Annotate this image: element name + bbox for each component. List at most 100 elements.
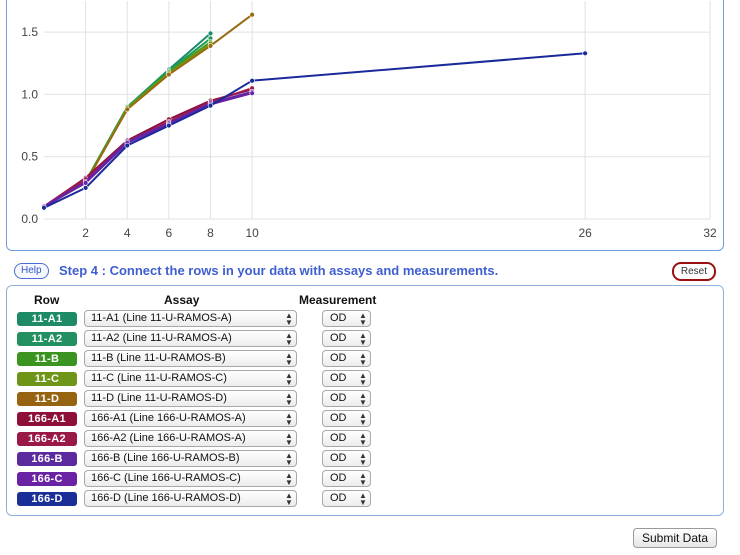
- column-header-row: Row: [34, 293, 60, 307]
- y-tick-label: 1.0: [21, 87, 38, 101]
- select-arrows-icon: ▲ ▼: [285, 371, 293, 387]
- assay-select[interactable]: 166-A2 (Line 166-U-RAMOS-A) ▲ ▼: [84, 430, 297, 447]
- select-arrows-icon: ▲ ▼: [359, 491, 367, 507]
- assay-select-value: 11-A1 (Line 11-U-RAMOS-A): [91, 312, 232, 324]
- assay-select-value: 166-A2 (Line 166-U-RAMOS-A): [91, 432, 246, 444]
- data-point: [249, 78, 255, 84]
- x-tick-label: 32: [703, 226, 717, 240]
- assay-select[interactable]: 11-A1 (Line 11-U-RAMOS-A) ▲ ▼: [84, 310, 297, 327]
- x-tick-label: 6: [166, 226, 173, 240]
- measurement-select-value: OD: [330, 372, 347, 384]
- measurement-select-value: OD: [330, 392, 347, 404]
- data-point: [582, 50, 588, 57]
- help-button[interactable]: Help: [14, 263, 49, 279]
- table-row: 11-B 11-B (Line 11-U-RAMOS-B) ▲ ▼ OD ▲ ▼: [7, 350, 723, 370]
- table-row: 11-C 11-C (Line 11-U-RAMOS-C) ▲ ▼ OD ▲ ▼: [7, 370, 723, 390]
- measurement-select[interactable]: OD ▲ ▼: [322, 490, 371, 507]
- measurement-select[interactable]: OD ▲ ▼: [322, 350, 371, 367]
- data-point: [207, 30, 214, 37]
- select-arrows-icon: ▲ ▼: [285, 411, 293, 427]
- measurement-select[interactable]: OD ▲ ▼: [322, 390, 371, 407]
- assay-select[interactable]: 11-C (Line 11-U-RAMOS-C) ▲ ▼: [84, 370, 297, 387]
- assay-select-value: 11-B (Line 11-U-RAMOS-B): [91, 352, 226, 364]
- measurement-select-value: OD: [330, 412, 347, 424]
- row-badge: 11-B: [17, 352, 77, 366]
- measurement-select[interactable]: OD ▲ ▼: [322, 430, 371, 447]
- select-arrows-icon: ▲ ▼: [359, 451, 367, 467]
- row-badge: 11-A1: [17, 312, 77, 326]
- measurement-select[interactable]: OD ▲ ▼: [322, 470, 371, 487]
- row-badge: 166-A2: [17, 432, 77, 446]
- select-arrows-icon: ▲ ▼: [359, 331, 367, 347]
- assay-select-value: 11-C (Line 11-U-RAMOS-C): [91, 372, 227, 384]
- line-chart: 2 4 6 8 10 26 32 0.0 0.5 1.0 1.5: [21, 1, 717, 240]
- x-tick-label: 4: [124, 226, 131, 240]
- row-badge: 166-B: [17, 452, 77, 466]
- measurement-select[interactable]: OD ▲ ▼: [322, 370, 371, 387]
- data-point: [249, 90, 255, 96]
- measurement-select-value: OD: [330, 472, 347, 484]
- y-tick-label: 0.5: [21, 150, 38, 164]
- data-point: [166, 122, 172, 129]
- select-arrows-icon: ▲ ▼: [285, 451, 293, 467]
- assay-mapping-table: Row Assay Measurement 11-A1 11-A1 (Line …: [6, 285, 724, 516]
- select-arrows-icon: ▲ ▼: [359, 471, 367, 487]
- select-arrows-icon: ▲ ▼: [359, 311, 367, 327]
- x-tick-label: 2: [82, 226, 89, 240]
- select-arrows-icon: ▲ ▼: [285, 391, 293, 407]
- row-badge: 11-A2: [17, 332, 77, 346]
- select-arrows-icon: ▲ ▼: [285, 431, 293, 447]
- measurement-select-value: OD: [330, 352, 347, 364]
- data-point: [207, 102, 214, 109]
- assay-select-value: 166-C (Line 166-U-RAMOS-C): [91, 472, 241, 484]
- row-badge: 166-A1: [17, 412, 77, 426]
- assay-select-value: 166-A1 (Line 166-U-RAMOS-A): [91, 412, 246, 424]
- measurement-select[interactable]: OD ▲ ▼: [322, 450, 371, 467]
- assay-select-value: 166-B (Line 166-U-RAMOS-B): [91, 452, 240, 464]
- measurement-select[interactable]: OD ▲ ▼: [322, 410, 371, 427]
- table-row: 166-B 166-B (Line 166-U-RAMOS-B) ▲ ▼ OD ▲ ▼: [7, 450, 723, 470]
- assay-select-value: 11-D (Line 11-U-RAMOS-D): [91, 392, 227, 404]
- select-arrows-icon: ▲ ▼: [285, 311, 293, 327]
- measurement-select-value: OD: [330, 492, 347, 504]
- row-badge: 166-D: [17, 492, 77, 506]
- select-arrows-icon: ▲ ▼: [285, 471, 293, 487]
- step-title: Step 4 : Connect the rows in your data w…: [59, 263, 499, 278]
- table-row: 166-C 166-C (Line 166-U-RAMOS-C) ▲ ▼ OD ▲ ▼: [7, 470, 723, 490]
- assay-select[interactable]: 166-D (Line 166-U-RAMOS-D) ▲ ▼: [84, 490, 297, 507]
- select-arrows-icon: ▲ ▼: [359, 431, 367, 447]
- data-point: [249, 12, 255, 18]
- row-badge: 11-C: [17, 372, 77, 386]
- measurement-select-value: OD: [330, 452, 347, 464]
- measurement-select-value: OD: [330, 432, 347, 444]
- series-line: [43, 52, 586, 209]
- data-point: [207, 43, 214, 49]
- submit-data-button[interactable]: Submit Data: [633, 528, 717, 548]
- data-point: [41, 205, 47, 211]
- table-row: 166-A2 166-A2 (Line 166-U-RAMOS-A) ▲ ▼ OD ▲…: [7, 430, 723, 450]
- table-row: 11-A2 11-A2 (Line 11-U-RAMOS-A) ▲ ▼ OD ▲ ▼: [7, 330, 723, 350]
- data-point: [166, 71, 172, 78]
- column-header-measurement: Measurement: [299, 293, 377, 307]
- measurement-select[interactable]: OD ▲ ▼: [322, 330, 371, 347]
- assay-select[interactable]: 11-A2 (Line 11-U-RAMOS-A) ▲ ▼: [84, 330, 297, 347]
- series-line: [43, 92, 253, 208]
- select-arrows-icon: ▲ ▼: [285, 491, 293, 507]
- step-bar: Help Step 4 : Connect the rows in your d…: [14, 262, 718, 281]
- chart-panel: 2 4 6 8 10 26 32 0.0 0.5 1.0 1.5: [6, 0, 724, 251]
- assay-select[interactable]: 166-C (Line 166-U-RAMOS-C) ▲ ▼: [84, 470, 297, 487]
- measurement-select[interactable]: OD ▲ ▼: [322, 310, 371, 327]
- reset-button[interactable]: Reset: [671, 262, 716, 281]
- assay-select[interactable]: 166-B (Line 166-U-RAMOS-B) ▲ ▼: [84, 450, 297, 467]
- assay-select[interactable]: 166-A1 (Line 166-U-RAMOS-A) ▲ ▼: [84, 410, 297, 427]
- y-tick-label: 0.0: [21, 212, 38, 226]
- data-point: [124, 106, 130, 113]
- data-point: [82, 185, 89, 191]
- select-arrows-icon: ▲ ▼: [359, 411, 367, 427]
- assay-select[interactable]: 11-B (Line 11-U-RAMOS-B) ▲ ▼: [84, 350, 297, 367]
- assay-select[interactable]: 11-D (Line 11-U-RAMOS-D) ▲ ▼: [84, 390, 297, 407]
- table-row: 11-D 11-D (Line 11-U-RAMOS-D) ▲ ▼ OD ▲ ▼: [7, 390, 723, 410]
- x-tick-label: 26: [578, 226, 592, 240]
- select-arrows-icon: ▲ ▼: [359, 391, 367, 407]
- select-arrows-icon: ▲ ▼: [285, 351, 293, 367]
